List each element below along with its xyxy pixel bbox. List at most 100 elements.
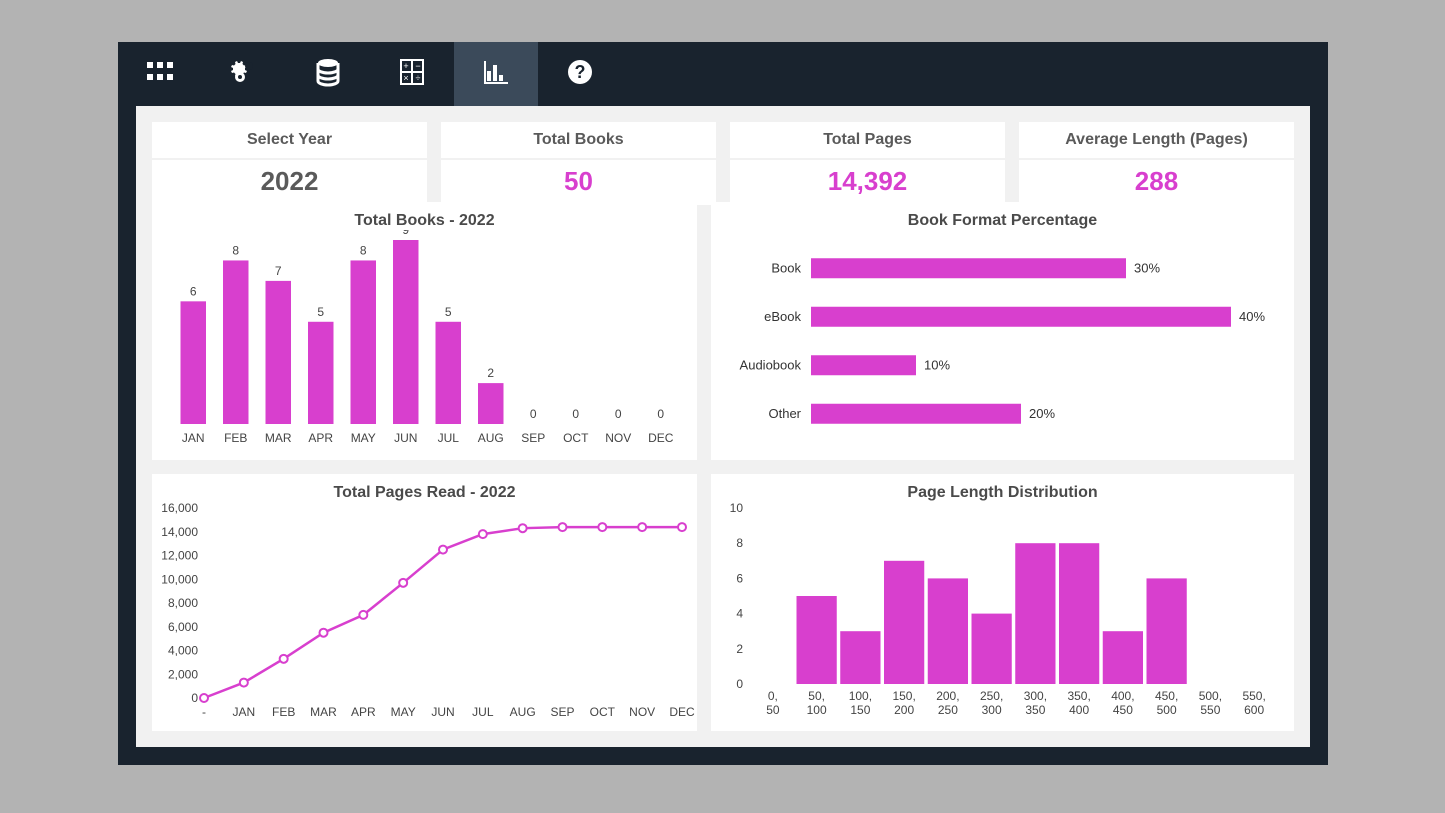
svg-text:300: 300 <box>982 703 1002 717</box>
svg-text:÷: ÷ <box>416 73 421 83</box>
svg-text:550,: 550, <box>1242 689 1265 703</box>
svg-text:150,: 150, <box>892 689 915 703</box>
svg-text:DEC: DEC <box>669 705 695 719</box>
dashboard-body: Select Year 2022 Total Books 50 Total Pa… <box>136 106 1310 747</box>
question-icon: ? <box>565 57 595 92</box>
histogram-chart: 02468100,5050,100100,150150,200200,25025… <box>711 502 1291 724</box>
svg-text:10%: 10% <box>924 357 950 372</box>
svg-text:0,: 0, <box>768 689 778 703</box>
bar-chart-icon <box>481 57 511 92</box>
kpi-label: Average Length (Pages) <box>1019 122 1294 160</box>
calculator-icon: +−× ÷ <box>397 57 427 92</box>
svg-text:eBook: eBook <box>764 309 801 324</box>
svg-text:5: 5 <box>445 305 452 319</box>
svg-text:600: 600 <box>1244 703 1264 717</box>
svg-text:500,: 500, <box>1199 689 1222 703</box>
chart-page-length-dist: Page Length Distribution 02468100,5050,1… <box>711 474 1294 732</box>
svg-text:Book: Book <box>771 260 801 275</box>
chart-title: Total Pages Read - 2022 <box>152 474 697 502</box>
kpi-row: Select Year 2022 Total Books 50 Total Pa… <box>136 106 1310 205</box>
svg-text:0: 0 <box>572 407 579 421</box>
svg-text:4,000: 4,000 <box>168 643 198 657</box>
svg-text:100,: 100, <box>849 689 872 703</box>
svg-text:14,000: 14,000 <box>161 524 198 538</box>
svg-text:FEB: FEB <box>224 431 247 445</box>
settings-button[interactable] <box>202 42 286 106</box>
kpi-avg-length: Average Length (Pages) 288 <box>1019 122 1294 205</box>
svg-text:550: 550 <box>1200 703 1220 717</box>
database-icon <box>313 57 343 92</box>
svg-text:6: 6 <box>736 571 743 585</box>
chart-total-books: Total Books - 2022 6JAN8FEB7MAR5APR8MAY9… <box>152 202 697 460</box>
svg-text:SEP: SEP <box>550 705 574 719</box>
svg-text:2: 2 <box>736 641 743 655</box>
svg-text:100: 100 <box>807 703 827 717</box>
svg-text:20%: 20% <box>1029 406 1055 421</box>
svg-text:2: 2 <box>487 366 494 380</box>
calc-button[interactable]: +−× ÷ <box>370 42 454 106</box>
toolbar: +−× ÷ ? <box>118 42 1328 106</box>
kpi-label: Total Pages <box>730 122 1005 160</box>
year-value: 2022 <box>152 160 427 205</box>
svg-text:Audiobook: Audiobook <box>740 357 802 372</box>
svg-text:AUG: AUG <box>478 431 504 445</box>
kpi-value: 14,392 <box>730 160 1005 205</box>
svg-text:MAY: MAY <box>351 431 376 445</box>
svg-text:10: 10 <box>730 502 744 515</box>
svg-text:AUG: AUG <box>510 705 536 719</box>
kpi-value: 50 <box>441 160 716 205</box>
chart-total-pages-read: Total Pages Read - 2022 02,0004,0006,000… <box>152 474 697 732</box>
gear-icon <box>229 57 259 92</box>
svg-text:10,000: 10,000 <box>161 572 198 586</box>
svg-text:×: × <box>403 73 408 83</box>
svg-text:400,: 400, <box>1111 689 1134 703</box>
svg-text:9: 9 <box>402 230 409 237</box>
svg-text:8: 8 <box>360 243 367 257</box>
svg-text:200,: 200, <box>936 689 959 703</box>
svg-text:MAR: MAR <box>310 705 337 719</box>
bar-chart: 6JAN8FEB7MAR5APR8MAY9JUN5JUL2AUG0SEP0OCT… <box>152 230 697 452</box>
svg-text:NOV: NOV <box>629 705 655 719</box>
line-chart: 02,0004,0006,0008,00010,00012,00014,0001… <box>152 502 697 724</box>
data-button[interactable] <box>286 42 370 106</box>
svg-text:SEP: SEP <box>521 431 545 445</box>
svg-text:350,: 350, <box>1067 689 1090 703</box>
svg-text:OCT: OCT <box>590 705 616 719</box>
svg-text:DEC: DEC <box>648 431 674 445</box>
svg-text:250,: 250, <box>980 689 1003 703</box>
svg-text:JUL: JUL <box>438 431 460 445</box>
home-button[interactable] <box>118 42 202 106</box>
year-selector[interactable]: Select Year 2022 <box>152 122 427 205</box>
svg-text:300,: 300, <box>1024 689 1047 703</box>
svg-text:7: 7 <box>275 264 282 278</box>
svg-text:JAN: JAN <box>182 431 205 445</box>
svg-text:30%: 30% <box>1134 260 1160 275</box>
kpi-value: 288 <box>1019 160 1294 205</box>
svg-text:MAY: MAY <box>391 705 416 719</box>
svg-text:-: - <box>202 705 206 719</box>
svg-text:APR: APR <box>351 705 376 719</box>
svg-text:JAN: JAN <box>232 705 255 719</box>
year-label: Select Year <box>152 122 427 160</box>
svg-text:16,000: 16,000 <box>161 502 198 515</box>
svg-text:Other: Other <box>768 406 801 421</box>
help-button[interactable]: ? <box>538 42 622 106</box>
kpi-total-pages: Total Pages 14,392 <box>730 122 1005 205</box>
svg-text:2,000: 2,000 <box>168 667 198 681</box>
svg-text:250: 250 <box>938 703 958 717</box>
svg-text:−: − <box>415 61 420 71</box>
svg-text:6: 6 <box>190 284 197 298</box>
svg-text:50: 50 <box>766 703 780 717</box>
svg-text:350: 350 <box>1025 703 1045 717</box>
chart-format-pct: Book Format Percentage Book30%eBook40%Au… <box>711 202 1294 460</box>
svg-text:0: 0 <box>657 407 664 421</box>
svg-text:6,000: 6,000 <box>168 619 198 633</box>
svg-text:450,: 450, <box>1155 689 1178 703</box>
svg-text:200: 200 <box>894 703 914 717</box>
svg-text:450: 450 <box>1113 703 1133 717</box>
svg-text:50,: 50, <box>808 689 825 703</box>
svg-text:NOV: NOV <box>605 431 631 445</box>
charts-button[interactable] <box>454 42 538 106</box>
svg-text:+: + <box>403 61 408 71</box>
hbar-chart: Book30%eBook40%Audiobook10%Other20% <box>711 230 1291 452</box>
